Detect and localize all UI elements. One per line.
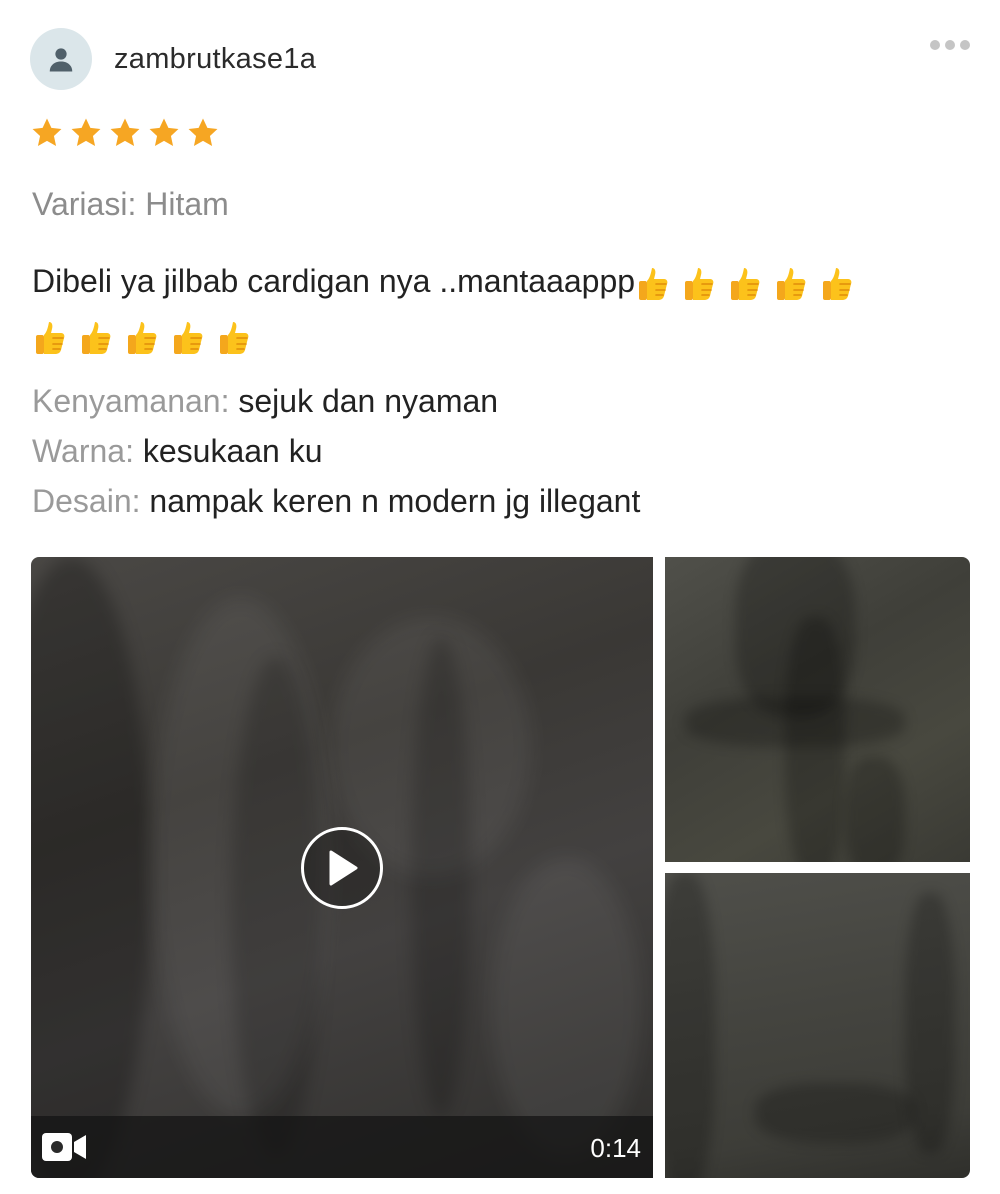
attribute-value: kesukaan ku [142,433,323,469]
review-header: zambrutkase1a [30,28,316,90]
attribute-design: Desain: nampak keren n modern jg illegan… [32,481,640,521]
thumbs-up-emoji [777,267,806,300]
username[interactable]: zambrutkase1a [114,43,316,76]
thumbs-up-emoji [36,321,65,354]
review-photo-1[interactable] [665,557,970,862]
star-icon [71,118,101,147]
comment-text: Dibeli ya jilbab cardigan nya ..mantaaap… [32,263,636,299]
attribute-color: Warna: kesukaan ku [32,431,323,471]
star-icon [149,118,179,147]
user-silhouette-icon [49,48,73,72]
play-icon [329,850,358,886]
thumbs-up-emoji [639,267,668,300]
thumbs-up-emoji-row [32,318,256,358]
review-photo-2[interactable] [665,873,970,1178]
thumbs-up-emoji [174,321,203,354]
attribute-label: Warna: [32,433,134,469]
rating-stars [30,116,220,150]
thumbs-up-emoji [685,267,714,300]
attribute-comfort: Kenyamanan: sejuk dan nyaman [32,381,498,421]
video-camera-icon [42,1133,86,1161]
thumbs-up-emoji [128,321,157,354]
more-options-button[interactable] [930,40,970,50]
star-icon [32,118,62,147]
play-button[interactable] [301,827,383,909]
attribute-value: nampak keren n modern jg illegant [149,483,641,519]
thumbs-up-emoji [82,321,111,354]
thumbs-up-emoji-row [635,264,859,304]
thumbs-up-emoji [220,321,249,354]
attribute-label: Desain: [32,483,141,519]
more-dots-icon [930,40,940,50]
variation-text: Variasi: Hitam [32,186,229,222]
review-comment: Dibeli ya jilbab cardigan nya ..mantaaap… [32,254,972,362]
attribute-label: Kenyamanan: [32,383,230,419]
review-card: zambrutkase1a Variasi: Hitam Dibeli ya j… [0,0,1000,1194]
video-duration: 0:14 [590,1133,641,1163]
star-icon [188,118,218,147]
star-icon [110,118,140,147]
attribute-value: sejuk dan nyaman [238,383,499,419]
thumbs-up-emoji [731,267,760,300]
review-video[interactable]: 0:14 [31,557,653,1178]
video-info-bar: 0:14 [31,1116,653,1178]
avatar[interactable] [30,28,92,90]
thumbs-up-emoji [823,267,852,300]
